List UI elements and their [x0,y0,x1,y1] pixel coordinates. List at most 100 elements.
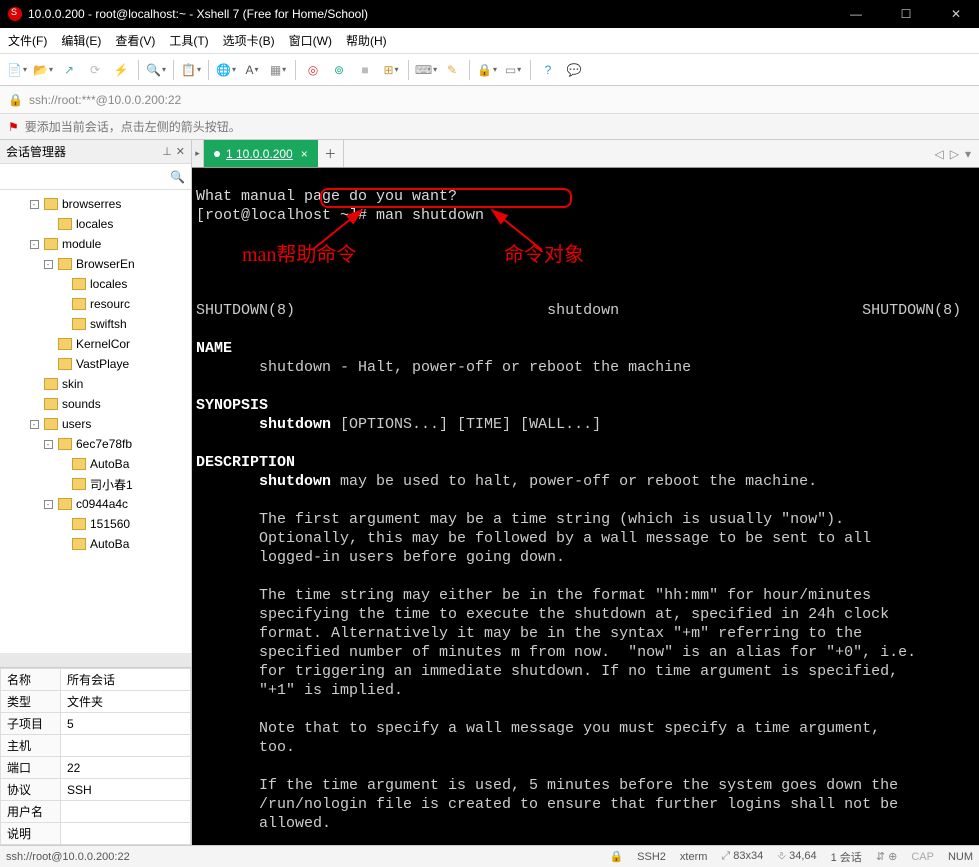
tree-item[interactable]: 151560 [0,514,191,534]
notification-bar: ⚑ 要添加当前会话，点击左侧的箭头按钮。 [0,114,979,140]
highlight-icon[interactable]: ✎ [441,59,463,81]
tree-item[interactable]: VastPlaye [0,354,191,374]
folder-icon [72,478,86,490]
menu-tabs[interactable]: 选项卡(B) [223,32,275,49]
tree-label: AutoBa [90,457,129,471]
tree-item[interactable]: swiftsh [0,314,191,334]
search-icon[interactable]: 🔍 [145,59,167,81]
status-cap: CAP [911,851,934,863]
tree-label: swiftsh [90,317,127,331]
status-cursor: ⎀ 34,64 [777,850,816,863]
palette-icon[interactable]: ▦ [267,59,289,81]
folder-icon [72,298,86,310]
reconnect-icon[interactable]: ⟳ [84,59,106,81]
chat-icon[interactable]: 💬 [563,59,585,81]
term-cmd: man shutdown [376,207,484,224]
notification-text: 要添加当前会话，点击左侧的箭头按钮。 [25,118,241,135]
folder-icon [72,518,86,530]
tab-close-icon[interactable]: × [301,147,308,161]
tab-active[interactable]: 1 10.0.0.200 × [204,140,318,167]
folder-icon [58,358,72,370]
tree-label: skin [62,377,83,391]
tree-item[interactable]: 司小春1 [0,474,191,494]
tab-status-icon [214,151,220,157]
tree-label: locales [76,217,113,231]
stop-icon[interactable]: ■ [354,59,376,81]
lock-icon[interactable]: 🔒 [476,59,498,81]
maximize-button[interactable]: ☐ [891,7,921,21]
tab-add-button[interactable]: ＋ [318,140,344,167]
tree-label: users [62,417,91,431]
tree-item[interactable]: locales [0,274,191,294]
pin-icon[interactable]: ⊥ [162,145,172,158]
menu-tools[interactable]: 工具(T) [169,32,208,49]
folder-icon [58,258,72,270]
folder-icon [44,398,58,410]
tree-item[interactable]: -c0944a4c [0,494,191,514]
menu-help[interactable]: 帮助(H) [346,32,387,49]
search-icon[interactable]: 🔍 [170,170,185,184]
tree-label: BrowserEn [76,257,135,271]
record-icon[interactable]: ◎ [302,59,324,81]
tree-hscroll[interactable] [0,653,191,667]
send-icon[interactable]: ↗ [58,59,80,81]
folder-icon [44,238,58,250]
folder-icon [72,278,86,290]
term-prompt: [root@localhost ~]# [196,207,376,224]
tree-item[interactable]: AutoBa [0,454,191,474]
copy-icon[interactable]: 📋 [180,59,202,81]
prop-key: 子项目 [1,713,61,735]
help-icon[interactable]: ? [537,59,559,81]
panel-close-icon[interactable]: ✕ [176,145,185,158]
section-description: DESCRIPTION [196,454,295,471]
terminal[interactable]: What manual page do you want? [root@loca… [192,168,979,845]
tree-label: c0944a4c [76,497,128,511]
menu-file[interactable]: 文件(F) [8,32,47,49]
new-session-icon[interactable]: 📄 [6,59,28,81]
close-button[interactable]: ✕ [941,7,971,21]
tree-item[interactable]: resourc [0,294,191,314]
menu-edit[interactable]: 编辑(E) [61,32,101,49]
tree-item[interactable]: -browserres [0,194,191,214]
keyboard-icon[interactable]: ⌨ [415,59,437,81]
target-icon[interactable]: ⊚ [328,59,350,81]
tree-item[interactable]: sounds [0,394,191,414]
session-search[interactable]: 🔍 [0,164,191,190]
name-line: shutdown - Halt, power-off or reboot the… [196,359,691,376]
highlight-box [320,188,572,208]
tree-label: VastPlaye [76,357,129,371]
tree-item[interactable]: -users [0,414,191,434]
tree-label: 6ec7e78fb [76,437,132,451]
globe-icon[interactable]: 🌐 [215,59,237,81]
status-num: NUM [948,851,973,863]
content-area: ▸ 1 10.0.0.200 × ＋ ◁ ▷ ▾ What manual pag… [192,140,979,845]
lock-icon: 🔒 [609,850,623,863]
addressbar[interactable]: 🔒 ssh://root:***@10.0.0.200:22 [0,86,979,114]
tab-menu-icon[interactable]: ▾ [965,147,971,161]
minimize-button[interactable]: — [841,7,871,21]
tree-item[interactable]: AutoBa [0,534,191,554]
menu-view[interactable]: 查看(V) [115,32,155,49]
key-icon[interactable]: ⊞ [380,59,402,81]
annotation-arrows [192,168,692,288]
folder-icon [72,318,86,330]
font-icon[interactable]: A [241,59,263,81]
open-icon[interactable]: 📂 [32,59,54,81]
window-icon[interactable]: ▭ [502,59,524,81]
tree-item[interactable]: skin [0,374,191,394]
session-tree[interactable]: -browserreslocales-module-BrowserEnlocal… [0,190,191,653]
search-input[interactable] [6,170,170,184]
tree-item[interactable]: -6ec7e78fb [0,434,191,454]
tree-item[interactable]: -module [0,234,191,254]
menu-window[interactable]: 窗口(W) [289,32,332,49]
tab-prev-icon[interactable]: ◁ [935,147,944,161]
section-name: NAME [196,340,232,357]
tab-next-icon[interactable]: ▷ [950,147,959,161]
tree-item[interactable]: locales [0,214,191,234]
tree-item[interactable]: KernelCor [0,334,191,354]
annotation-left: man帮助命令 [242,246,356,265]
tree-item[interactable]: -BrowserEn [0,254,191,274]
disconnect-icon[interactable]: ⚡ [110,59,132,81]
prop-value [61,735,191,757]
tab-grip[interactable]: ▸ [192,140,204,167]
